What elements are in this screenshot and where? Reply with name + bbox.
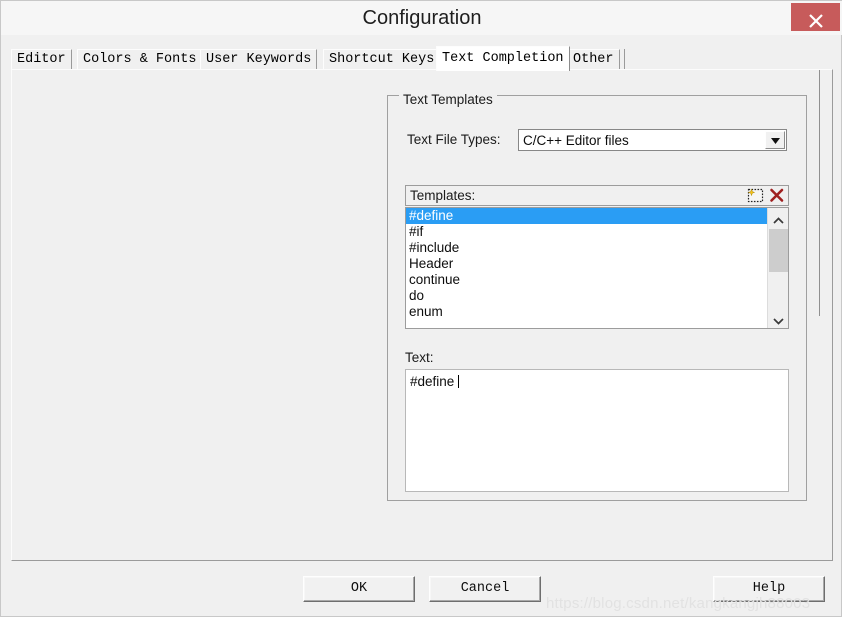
tab-text-completion[interactable]: Text Completion xyxy=(436,46,570,71)
tab-colors-fonts[interactable]: Colors & Fonts xyxy=(77,49,203,70)
tab-editor[interactable]: Editor xyxy=(11,49,72,70)
list-item[interactable]: enum xyxy=(406,304,767,320)
template-text-value: #define xyxy=(410,374,460,390)
chevron-down-icon[interactable] xyxy=(768,309,788,328)
text-file-types-label: Text File Types: xyxy=(407,132,501,147)
template-text-content: #define xyxy=(410,374,459,389)
configuration-dialog: Configuration Editor Colors & Fonts User… xyxy=(0,0,842,617)
templates-list-items: #define #if #include Header continue do … xyxy=(406,208,767,320)
new-template-glyph xyxy=(747,188,764,203)
list-item[interactable]: Header xyxy=(406,256,767,272)
help-button[interactable]: Help xyxy=(713,576,825,602)
scrollbar-thumb[interactable] xyxy=(769,229,788,272)
tab-other[interactable]: Other xyxy=(567,49,620,70)
close-button[interactable] xyxy=(791,3,840,31)
tab-strip: Editor Colors & Fonts User Keywords Shor… xyxy=(11,46,833,71)
title-bar: Configuration xyxy=(1,1,842,35)
page-right-rule xyxy=(819,70,820,316)
list-item[interactable]: #define xyxy=(406,208,767,224)
templates-list-scrollbar[interactable] xyxy=(767,208,788,328)
tab-strip-end-divider xyxy=(624,49,625,70)
delete-x-glyph xyxy=(770,188,784,202)
tab-user-keywords[interactable]: User Keywords xyxy=(200,49,318,70)
chevron-down-icon[interactable] xyxy=(765,131,785,149)
tab-shortcut-keys[interactable]: Shortcut Keys xyxy=(323,49,441,70)
text-file-types-select[interactable]: C/C++ Editor files xyxy=(518,129,787,151)
list-item[interactable]: #if xyxy=(406,224,767,240)
cancel-button[interactable]: Cancel xyxy=(429,576,541,602)
text-file-types-value: C/C++ Editor files xyxy=(523,133,629,148)
page-title: Configuration xyxy=(362,7,482,29)
templates-label: Templates: xyxy=(410,188,476,203)
text-field-label: Text: xyxy=(405,350,434,365)
chevron-up-icon[interactable] xyxy=(768,208,788,227)
ok-button[interactable]: OK xyxy=(303,576,415,602)
templates-listbox[interactable]: #define #if #include Header continue do … xyxy=(405,207,789,329)
templates-header-bar: Templates: xyxy=(405,185,789,206)
list-item[interactable]: continue xyxy=(406,272,767,288)
list-item[interactable]: #include xyxy=(406,240,767,256)
chevron-up-glyph xyxy=(773,217,784,224)
close-x-icon xyxy=(808,13,823,28)
template-text-area[interactable]: #define xyxy=(405,369,789,492)
new-template-icon[interactable] xyxy=(747,187,765,204)
chevron-down-glyph xyxy=(770,138,780,144)
delete-red-x-icon[interactable] xyxy=(768,187,786,204)
text-templates-legend: Text Templates xyxy=(399,93,497,107)
list-item[interactable]: do xyxy=(406,288,767,304)
text-caret xyxy=(458,375,460,388)
chevron-down-glyph xyxy=(773,318,784,325)
